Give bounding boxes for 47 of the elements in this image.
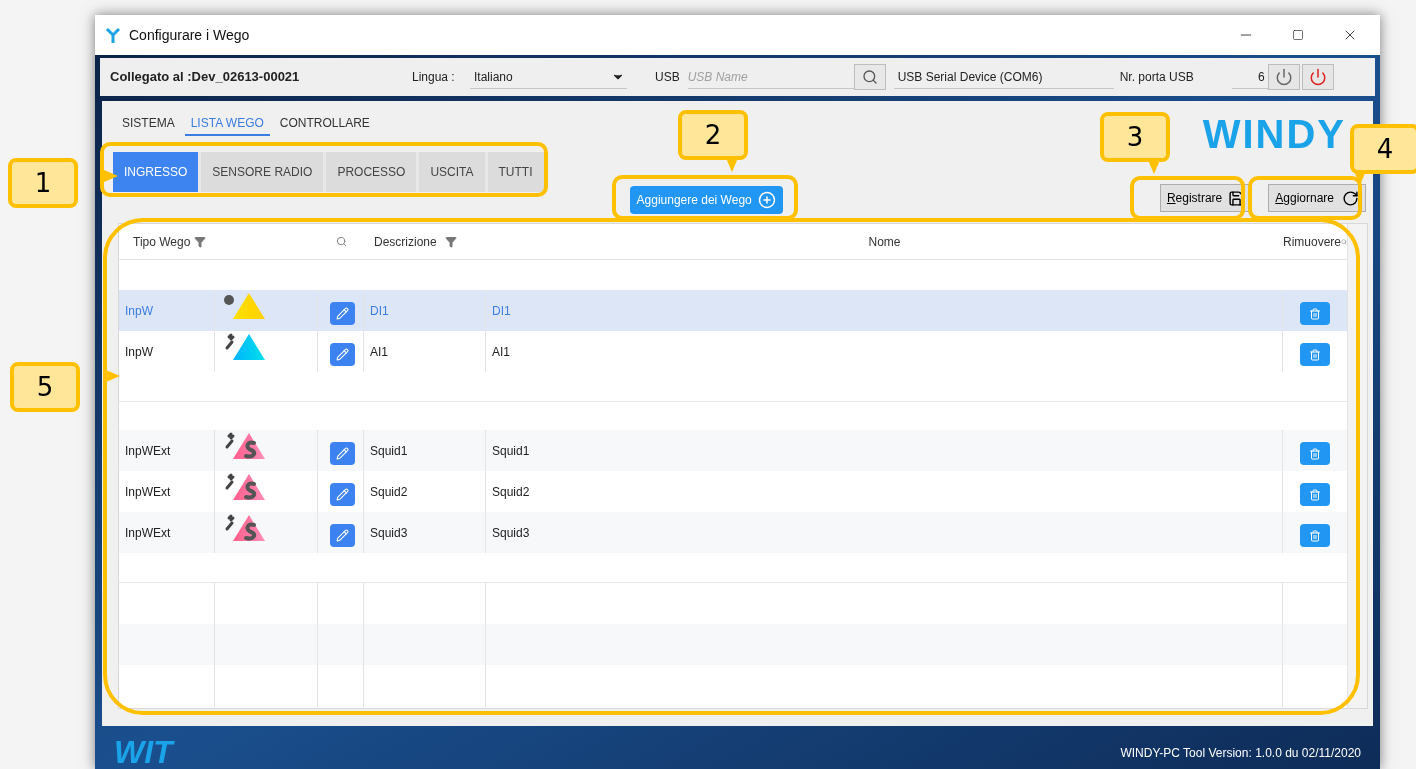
language-label: Lingua : [412,69,456,86]
callout-number: 1 [8,158,78,208]
category-tab[interactable]: PROCESSO [326,152,417,192]
table-cell-text: DI1 [370,302,389,320]
table-cell-text: InpW [125,343,153,361]
column-header[interactable]: Tipo Wego [133,232,191,251]
table-cell-text: InpWExt [125,483,171,501]
nav-tab[interactable]: LISTA WEGO [184,114,270,136]
window-title: Configurare i Wego [129,25,250,45]
refresh-button[interactable]: Aggiornare [1268,184,1366,212]
connection-status: Collegato al :Dev_02613-00021 [110,68,301,87]
table-cell-text: AI1 [492,343,510,361]
table-cell-text: Squid1 [370,442,408,460]
port-label: Nr. porta USB [1119,69,1194,86]
table-cell-text: InpWExt [125,442,171,460]
version-text: WINDY-PC Tool Version: 1.0.0 du 02/11/2020 [1120,745,1361,762]
wit-logo: WIT [114,735,176,769]
table-row[interactable]: InpWExt Squid3 Squid3 [119,512,1347,553]
table-cell-text: Squid3 [492,524,530,542]
category-tab[interactable]: SENSORE RADIO [201,152,324,192]
category-tab[interactable]: INGRESSO [113,152,199,192]
category-tab[interactable]: USCITA [419,152,485,192]
device-select[interactable]: USB Serial Device (COM6) [893,65,1114,89]
nav-tab[interactable]: SISTEMA [122,114,175,136]
table-cell-text: Squid2 [370,483,408,501]
callout-number: 5 [10,362,80,412]
usb-name-field[interactable]: USB Name [687,65,854,89]
table-cell-text: DI1 [492,302,511,320]
usb-label: USB [655,69,680,86]
language-select[interactable]: Italiano [470,65,627,89]
nav-tab[interactable]: CONTROLLARE [279,114,370,136]
table-cell-text: Squid2 [492,483,530,501]
callout-number: 2 [678,110,748,160]
column-header[interactable]: Descrizione [374,232,437,251]
table-cell-text: InpWExt [125,524,171,542]
category-tab[interactable]: TUTTI [487,152,544,192]
column-header[interactable]: Nome [868,232,901,251]
windy-logo: WINDY [1202,111,1346,157]
table-cell-text: AI1 [370,343,388,361]
table-cell-text: Squid1 [492,442,530,460]
table-cell-text: Squid3 [370,524,408,542]
column-header[interactable]: Rimuovere [1283,232,1342,251]
table-cell-text: InpW [125,302,153,320]
callout-number: 4 [1350,124,1416,174]
callout-number: 3 [1100,112,1170,162]
table-row[interactable]: InpWExt Squid1 Squid1 [119,430,1347,471]
port-field[interactable]: 6 [1231,65,1268,89]
